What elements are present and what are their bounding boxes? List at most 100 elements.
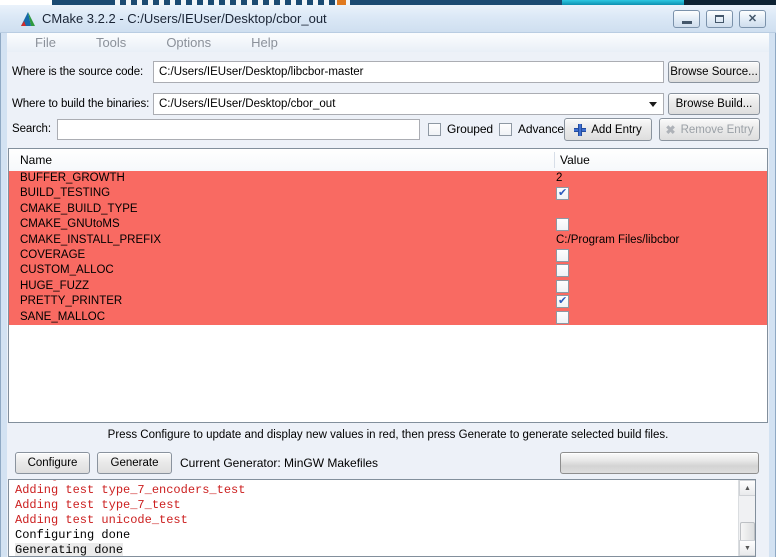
source-code-input[interactable] [153, 61, 664, 83]
window-controls: ✕ [673, 10, 766, 28]
column-header-name[interactable]: Name [20, 149, 52, 171]
log-lines: Adding test ...Adding test type_7_encode… [15, 479, 755, 557]
cache-entry-name: BUFFER_GROWTH [9, 171, 556, 186]
maximize-icon [715, 15, 724, 23]
cache-entry-value [556, 310, 767, 325]
table-row[interactable]: CMAKE_INSTALL_PREFIXC:/Program Files/lib… [9, 233, 767, 248]
remove-entry-label: Remove Entry [681, 124, 754, 136]
source-code-label: Where is the source code: [12, 61, 143, 83]
menu-item-help[interactable]: Help [251, 33, 278, 52]
log-line: Adding test unicode_test [15, 513, 755, 528]
scroll-up-icon[interactable]: ▲ [739, 480, 756, 496]
table-row[interactable]: BUFFER_GROWTH2 [9, 171, 767, 186]
x-icon: ✖ [666, 124, 676, 136]
log-line: Adding test type_7_test [15, 498, 755, 513]
screen: CMake 3.2.2 - C:/Users/IEUser/Desktop/cb… [0, 0, 776, 557]
plus-icon [574, 124, 586, 136]
grouped-checkbox[interactable] [428, 123, 441, 136]
cmake-logo-icon [20, 11, 36, 27]
remove-entry-button[interactable]: ✖ Remove Entry [659, 118, 760, 141]
table-row[interactable]: SANE_MALLOC [9, 310, 767, 325]
cache-entry-value [556, 279, 767, 294]
log-text: Generating done [15, 543, 123, 557]
configure-button[interactable]: Configure [15, 452, 90, 474]
cache-table: Name Value BUFFER_GROWTH2BUILD_TESTINGCM… [8, 148, 768, 423]
close-icon: ✕ [748, 11, 757, 27]
current-generator-label: Current Generator: MinGW Makefiles [180, 452, 378, 474]
build-path-combobox[interactable] [153, 93, 664, 115]
cache-entry-name: CMAKE_INSTALL_PREFIX [9, 233, 556, 248]
cache-entry-name: PRETTY_PRINTER [9, 294, 556, 309]
menu-item-file[interactable]: File [35, 33, 56, 52]
cache-rows: BUFFER_GROWTH2BUILD_TESTINGCMAKE_BUILD_T… [9, 171, 767, 325]
generate-button[interactable]: Generate [97, 452, 172, 474]
configure-hint-text: Press Configure to update and display ne… [8, 429, 768, 441]
search-label: Search: [12, 119, 51, 140]
value-text[interactable]: C:/Program Files/libcbor [556, 234, 679, 246]
advanced-checkbox[interactable] [499, 123, 512, 136]
menu-item-options[interactable]: Options [166, 33, 211, 52]
cache-entry-value [556, 202, 767, 217]
combo-dropdown-icon[interactable] [649, 102, 657, 107]
build-binaries-label: Where to build the binaries: [12, 93, 149, 115]
cache-entry-name: CMAKE_BUILD_TYPE [9, 202, 556, 217]
value-checkbox[interactable] [556, 311, 569, 324]
value-checkbox[interactable] [556, 264, 569, 277]
scroll-down-icon[interactable]: ▼ [739, 540, 756, 556]
column-divider[interactable] [554, 152, 555, 168]
cache-entry-value [556, 186, 767, 201]
table-row[interactable]: CMAKE_BUILD_TYPE [9, 202, 767, 217]
progress-bar [560, 452, 759, 474]
browse-source-button[interactable]: Browse Source... [668, 61, 760, 83]
value-checkbox[interactable] [556, 295, 569, 308]
cache-entry-value [556, 248, 767, 263]
table-row[interactable]: COVERAGE [9, 248, 767, 263]
cache-entry-name: BUILD_TESTING [9, 186, 556, 201]
log-text: Configuring done [15, 528, 130, 542]
close-button[interactable]: ✕ [739, 10, 766, 28]
output-log[interactable]: Adding test ...Adding test type_7_encode… [8, 479, 756, 557]
table-row[interactable]: CUSTOM_ALLOC [9, 263, 767, 278]
log-text: Adding test type_7_encoders_test [15, 483, 245, 497]
cache-entry-name: HUGE_FUZZ [9, 279, 556, 294]
value-checkbox[interactable] [556, 280, 569, 293]
cache-entry-value [556, 294, 767, 309]
advanced-label[interactable]: Advanced [518, 119, 571, 140]
cache-entry-name: CMAKE_GNUtoMS [9, 217, 556, 232]
column-header-value[interactable]: Value [560, 149, 590, 171]
table-row[interactable]: BUILD_TESTING [9, 186, 767, 201]
table-row[interactable]: CMAKE_GNUtoMS [9, 217, 767, 232]
cache-entry-value [556, 263, 767, 278]
browse-build-button[interactable]: Browse Build... [668, 93, 760, 115]
cache-entry-name: CUSTOM_ALLOC [9, 263, 556, 278]
add-entry-button[interactable]: Add Entry [564, 118, 652, 141]
value-checkbox[interactable] [556, 249, 569, 262]
title-bar: CMake 3.2.2 - C:/Users/IEUser/Desktop/cb… [0, 5, 776, 33]
grouped-label[interactable]: Grouped [447, 119, 493, 140]
maximize-button[interactable] [706, 10, 733, 28]
value-checkbox[interactable] [556, 218, 569, 231]
cache-entry-name: COVERAGE [9, 248, 556, 263]
table-row[interactable]: PRETTY_PRINTER [9, 294, 767, 309]
build-path-input[interactable] [153, 93, 664, 115]
value-text[interactable]: 2 [556, 172, 562, 184]
cache-entry-value [556, 217, 767, 232]
log-scrollbar[interactable]: ▲ ▼ [738, 480, 755, 556]
log-line: Adding test type_7_encoders_test [15, 483, 755, 498]
window-title: CMake 3.2.2 - C:/Users/IEUser/Desktop/cb… [42, 5, 327, 33]
cache-entry-name: SANE_MALLOC [9, 310, 556, 325]
log-text: Adding test ... [15, 479, 123, 482]
cache-table-header[interactable]: Name Value [9, 149, 767, 172]
minimize-button[interactable] [673, 10, 700, 28]
table-row[interactable]: HUGE_FUZZ [9, 279, 767, 294]
add-entry-label: Add Entry [591, 124, 642, 136]
cache-entry-value: C:/Program Files/libcbor [556, 233, 767, 248]
log-line: Generating done [15, 543, 755, 557]
search-input[interactable] [57, 119, 420, 140]
minimize-icon [682, 21, 692, 24]
log-line: Configuring done [15, 528, 755, 543]
menu-bar: File Tools Options Help [7, 33, 769, 52]
value-checkbox[interactable] [556, 187, 569, 200]
menu-item-tools[interactable]: Tools [96, 33, 126, 52]
log-text: Adding test type_7_test [15, 498, 181, 512]
